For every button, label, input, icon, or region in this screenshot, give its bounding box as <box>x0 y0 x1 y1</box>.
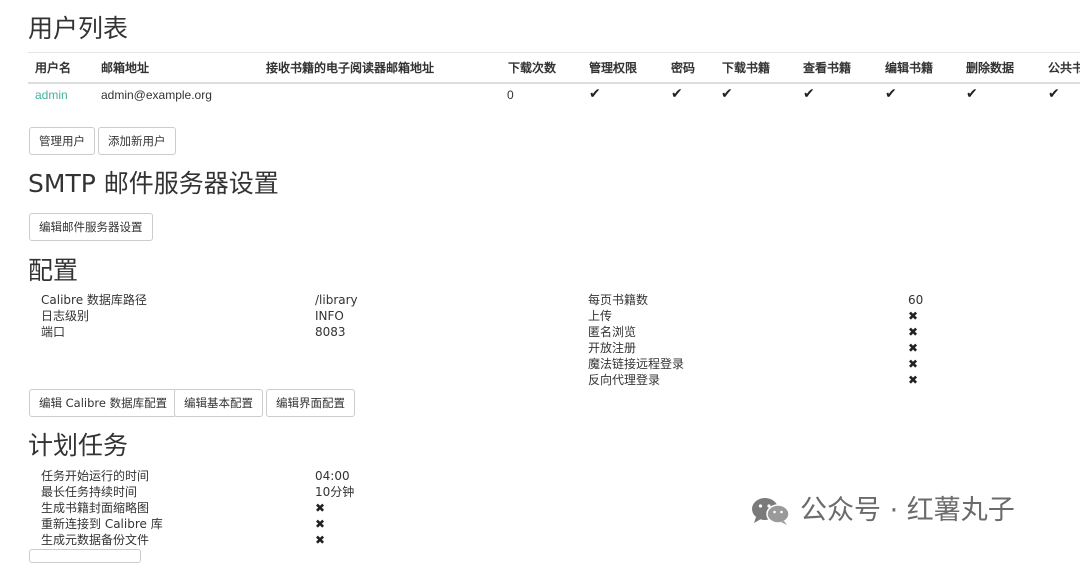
edit-smtp-button[interactable]: 编辑邮件服务器设置 <box>29 213 153 241</box>
task-label: 重新连接到 Calibre 库 <box>41 517 163 531</box>
wechat-icon <box>752 498 790 525</box>
task-value: 04:00 <box>315 469 350 483</box>
config-value: 60 <box>908 293 924 307</box>
tasks-heading: 计划任务 <box>28 431 129 460</box>
check-icon: ✔ <box>885 86 897 102</box>
cross-icon: ✖ <box>315 517 326 531</box>
cross-icon: ✖ <box>315 533 326 547</box>
task-label: 最长任务持续时间 <box>41 485 138 499</box>
task-label: 生成元数据备份文件 <box>41 533 150 547</box>
cross-icon: ✖ <box>908 309 919 323</box>
col-downloads: 下载次数 <box>508 61 557 75</box>
users-table-header: 用户名 邮箱地址 接收书籍的电子阅读器邮箱地址 下载次数 管理权限 密码 下载书… <box>28 52 1080 84</box>
cross-icon: ✖ <box>908 373 919 387</box>
col-edit-books: 编辑书籍 <box>885 61 934 75</box>
edit-db-config-button[interactable]: 编辑 Calibre 数据库配置 <box>29 389 178 417</box>
check-icon: ✔ <box>589 86 601 102</box>
smtp-heading: SMTP 邮件服务器设置 <box>28 169 279 198</box>
config-value: 8083 <box>315 325 346 339</box>
config-label: 端口 <box>41 325 66 339</box>
config-value: /library <box>315 293 358 307</box>
config-label: 反向代理登录 <box>588 373 661 387</box>
col-admin: 管理权限 <box>589 61 638 75</box>
config-label: 匿名浏览 <box>588 325 637 339</box>
col-download-books: 下载书籍 <box>722 61 771 75</box>
col-view-books: 查看书籍 <box>803 61 852 75</box>
task-label: 任务开始运行的时间 <box>41 469 150 483</box>
cross-icon: ✖ <box>908 325 919 339</box>
add-user-button[interactable]: 添加新用户 <box>98 127 176 155</box>
task-value: 10分钟 <box>315 485 355 499</box>
config-heading: 配置 <box>28 256 79 285</box>
edit-tasks-button[interactable] <box>29 549 141 563</box>
config-label: 魔法链接远程登录 <box>588 357 685 371</box>
task-label: 生成书籍封面缩略图 <box>41 501 150 515</box>
check-icon: ✔ <box>803 86 815 102</box>
watermark-text: 公众号 · 红薯丸子 <box>800 495 1015 526</box>
check-icon: ✔ <box>721 86 733 102</box>
check-icon: ✔ <box>1048 86 1060 102</box>
table-row: admin admin@example.org 0 ✔ ✔ ✔ ✔ ✔ ✔ ✔ <box>28 83 1080 109</box>
config-label: 日志级别 <box>41 309 90 323</box>
config-label: Calibre 数据库路径 <box>41 293 147 307</box>
user-link-admin[interactable]: admin <box>35 88 68 102</box>
edit-ui-config-button[interactable]: 编辑界面配置 <box>266 389 355 417</box>
config-label: 每页书籍数 <box>588 293 649 307</box>
user-email: admin@example.org <box>101 88 212 102</box>
config-label: 上传 <box>588 309 613 323</box>
manage-users-button[interactable]: 管理用户 <box>29 127 95 155</box>
cross-icon: ✖ <box>908 357 919 371</box>
col-password: 密码 <box>671 61 696 75</box>
col-public-shelf: 公共书 <box>1048 61 1080 75</box>
admin-page: 用户列表 用户名 邮箱地址 接收书籍的电子阅读器邮箱地址 下载次数 管理权限 密… <box>0 0 1080 563</box>
col-ereader-email: 接收书籍的电子阅读器邮箱地址 <box>266 61 435 75</box>
col-delete-data: 删除数据 <box>966 61 1015 75</box>
edit-basic-config-button[interactable]: 编辑基本配置 <box>174 389 263 417</box>
config-label: 开放注册 <box>588 341 637 355</box>
cross-icon: ✖ <box>315 501 326 515</box>
check-icon: ✔ <box>671 86 683 102</box>
cross-icon: ✖ <box>908 341 919 355</box>
check-icon: ✔ <box>966 86 978 102</box>
col-email: 邮箱地址 <box>101 61 150 75</box>
col-username: 用户名 <box>35 61 72 75</box>
user-downloads: 0 <box>507 88 514 102</box>
config-value: INFO <box>315 309 344 323</box>
users-heading: 用户列表 <box>28 14 129 43</box>
